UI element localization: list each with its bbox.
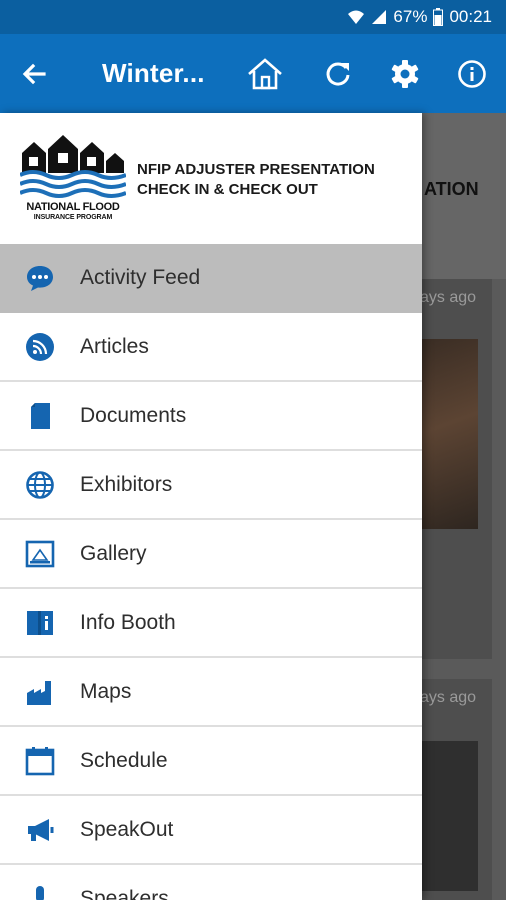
event-title: NFIP ADJUSTER PRESENTATION CHECK IN & CH… bbox=[137, 160, 375, 200]
background-image bbox=[420, 741, 478, 891]
menu-item-info-booth[interactable]: Info Booth bbox=[0, 589, 422, 658]
menu-item-label: Schedule bbox=[80, 748, 168, 772]
rss-icon bbox=[25, 332, 55, 362]
background-timestamp: ays ago bbox=[420, 289, 477, 306]
image-icon bbox=[25, 539, 55, 569]
book-icon bbox=[25, 608, 55, 638]
menu-item-label: Exhibitors bbox=[80, 472, 173, 496]
factory-icon bbox=[25, 677, 55, 707]
calendar-icon bbox=[25, 746, 55, 776]
event-title-line-2: CHECK IN & CHECK OUT bbox=[137, 181, 318, 198]
battery-icon bbox=[433, 8, 444, 26]
logo-name: NATIONAL FLOOD bbox=[26, 201, 120, 213]
menu-item-gallery[interactable]: Gallery bbox=[0, 520, 422, 589]
chat-bubble-icon bbox=[25, 263, 55, 293]
drawer-menu: Activity Feed Articles Documents Exhibit… bbox=[0, 244, 422, 900]
nfip-logo: NATIONAL FLOOD INSURANCE PROGRAM bbox=[19, 133, 127, 225]
info-icon[interactable] bbox=[452, 54, 492, 94]
background-timestamp: ays ago bbox=[420, 689, 477, 706]
clock: 00:21 bbox=[449, 7, 492, 26]
menu-item-label: Gallery bbox=[80, 541, 147, 565]
home-icon[interactable] bbox=[245, 54, 285, 94]
back-arrow-icon[interactable] bbox=[18, 58, 50, 90]
menu-item-schedule[interactable]: Schedule bbox=[0, 727, 422, 796]
event-title-line-1: NFIP ADJUSTER PRESENTATION bbox=[137, 161, 375, 178]
battery-percent: 67% bbox=[393, 7, 428, 26]
menu-item-speakout[interactable]: SpeakOut bbox=[0, 796, 422, 865]
person-icon bbox=[25, 884, 55, 900]
menu-item-label: Speakers bbox=[80, 886, 169, 900]
menu-item-label: SpeakOut bbox=[80, 817, 174, 841]
drawer-header: NATIONAL FLOOD INSURANCE PROGRAM NFIP AD… bbox=[0, 113, 422, 244]
menu-item-label: Maps bbox=[80, 679, 132, 703]
megaphone-icon bbox=[25, 815, 55, 845]
menu-item-activity-feed[interactable]: Activity Feed bbox=[0, 244, 422, 313]
signal-icon bbox=[371, 9, 387, 25]
menu-item-label: Documents bbox=[80, 403, 187, 427]
globe-icon bbox=[25, 470, 55, 500]
logo-subtitle: INSURANCE PROGRAM bbox=[33, 214, 113, 221]
navigation-drawer: NATIONAL FLOOD INSURANCE PROGRAM NFIP AD… bbox=[0, 113, 422, 900]
background-image bbox=[420, 339, 478, 529]
menu-item-label: Activity Feed bbox=[80, 265, 201, 289]
menu-item-label: Articles bbox=[80, 334, 149, 358]
status-bar: 67% 00:21 bbox=[0, 0, 506, 34]
wifi-icon bbox=[347, 9, 365, 25]
settings-gear-icon[interactable] bbox=[385, 54, 425, 94]
menu-item-articles[interactable]: Articles bbox=[0, 313, 422, 382]
refresh-icon[interactable] bbox=[318, 54, 358, 94]
app-title: Winter... bbox=[102, 58, 205, 88]
menu-item-maps[interactable]: Maps bbox=[0, 658, 422, 727]
menu-item-label: Info Booth bbox=[80, 610, 176, 634]
menu-item-documents[interactable]: Documents bbox=[0, 382, 422, 451]
background-header-text: ATION bbox=[424, 179, 479, 199]
document-icon bbox=[25, 401, 55, 431]
menu-item-exhibitors[interactable]: Exhibitors bbox=[0, 451, 422, 520]
menu-item-speakers[interactable]: Speakers bbox=[0, 865, 422, 900]
app-bar: Winter... bbox=[0, 34, 506, 113]
